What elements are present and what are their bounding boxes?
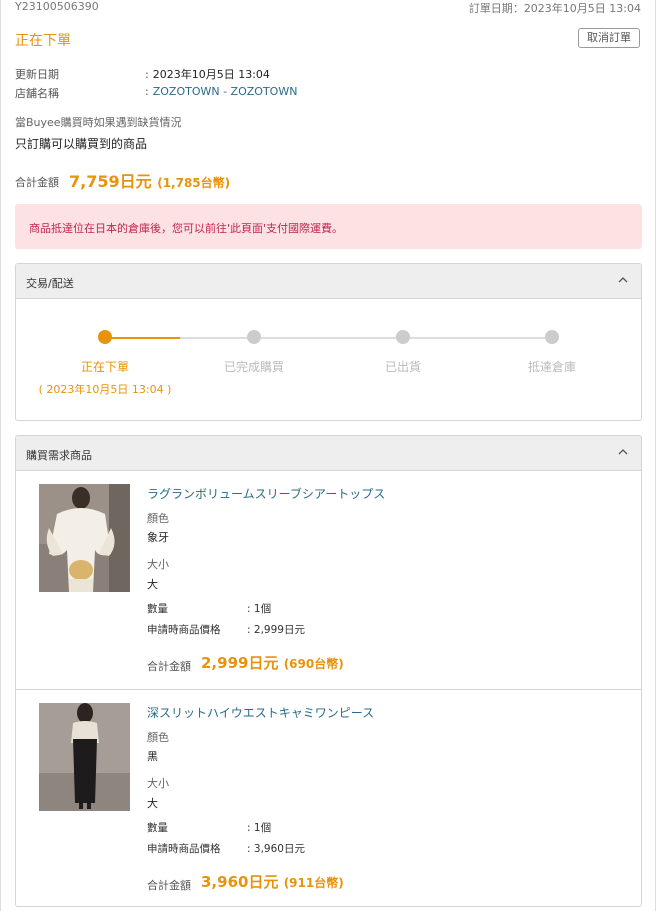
item-total-amount: 2,999日元 (690台幣): [201, 654, 344, 672]
price-value: : 2,999日元: [247, 624, 305, 636]
order-date: 訂單日期：2023年10月5日 13:04: [468, 2, 641, 15]
color-label: 顏色: [147, 731, 169, 744]
size-value: 大: [147, 578, 158, 591]
step-label-ordering: 正在下單: [80, 360, 129, 374]
step-dot-shipped: [396, 330, 410, 344]
chevron-up-icon[interactable]: [617, 274, 629, 286]
shipping-fee-alert: 商品抵達位在日本的倉庫後，您可以前往'此頁面'支付國際運費。: [15, 204, 642, 249]
order-status: 正在下單: [15, 33, 71, 49]
color-value: 黑: [147, 750, 158, 763]
step-dot-purchased: [247, 330, 261, 344]
order-id: Y23100506390: [15, 0, 99, 13]
shipping-panel: 交易/配送 正在下單 已完成購買 已出貨 抵達倉庫 ( 2023年10月5日 1…: [15, 263, 642, 421]
updated-date-value: :2023年10月5日 13:04: [145, 68, 270, 81]
step-dot-warehouse: [545, 330, 559, 344]
order-detail-page: Y23100506390 訂單日期：2023年10月5日 13:04 正在下單 …: [0, 0, 656, 911]
store-name-label: 店舖名稱: [15, 87, 59, 100]
shipping-panel-title: 交易/配送: [26, 277, 74, 290]
quantity-row: 數量 : 1個: [147, 601, 271, 616]
progress-track-done: [105, 337, 180, 339]
color-value: 象牙: [147, 531, 169, 544]
quantity-value: : 1個: [247, 603, 272, 615]
product-name-link[interactable]: 深スリットハイウエストキャミワンピース: [147, 704, 374, 721]
price-value: : 3,960日元: [247, 843, 305, 855]
items-panel-title: 購買需求商品: [26, 449, 92, 462]
item-total-label: 合計金額: [147, 879, 191, 892]
cancel-order-button[interactable]: 取消訂單: [578, 28, 640, 48]
stock-policy-label: 當Buyee購買時如果遇到缺貨情況: [15, 116, 182, 129]
quantity-label: 數量: [147, 822, 168, 834]
item-total-label: 合計金額: [147, 660, 191, 673]
product-item: ラグランボリュームスリーブシアートップス 顏色 象牙 大小 大 數量 : 1個 …: [16, 471, 641, 689]
stock-policy-value: 只訂購可以購買到的商品: [15, 137, 148, 151]
step-label-warehouse: 抵達倉庫: [527, 360, 576, 374]
step-label-purchased: 已完成購買: [223, 360, 284, 374]
price-label: 申請時商品價格: [147, 843, 221, 855]
chevron-up-icon[interactable]: [617, 446, 629, 458]
items-panel-header[interactable]: 購買需求商品: [16, 436, 641, 471]
size-label: 大小: [147, 777, 169, 790]
product-image[interactable]: [39, 703, 130, 811]
product-item: 深スリットハイウエストキャミワンピース 顏色 黑 大小 大 數量 : 1個 申請…: [16, 689, 641, 906]
step-label-shipped: 已出貨: [384, 360, 421, 374]
step-date-ordering: ( 2023年10月5日 13:04 ): [38, 383, 172, 396]
store-name-value: : ZOZOTOWN - ZOZOTOWN: [145, 85, 298, 98]
items-panel: 購買需求商品 ラグランボリュームスリーブシアートップス 顏色 象牙 大小 大 數…: [15, 435, 642, 907]
updated-date-label: 更新日期: [15, 68, 59, 81]
item-total-amount: 3,960日元 (911台幣): [201, 873, 344, 891]
progress-steps: 正在下單 已完成購買 已出貨 抵達倉庫 ( 2023年10月5日 13:04 ): [16, 299, 641, 419]
step-dot-ordering: [98, 330, 112, 344]
price-row: 申請時商品價格 : 3,960日元: [147, 841, 305, 856]
product-name-link[interactable]: ラグランボリュームスリーブシアートップス: [147, 485, 385, 502]
size-label: 大小: [147, 558, 169, 571]
shipping-panel-header[interactable]: 交易/配送: [16, 264, 641, 299]
order-header: Y23100506390 訂單日期：2023年10月5日 13:04: [15, 0, 641, 15]
order-total-amount: 7,759日元 (1,785台幣): [69, 172, 231, 191]
order-total-label: 合計金額: [15, 176, 59, 189]
quantity-value: : 1個: [247, 822, 272, 834]
product-image[interactable]: [39, 484, 130, 592]
price-label: 申請時商品價格: [147, 624, 221, 636]
size-value: 大: [147, 797, 158, 810]
color-label: 顏色: [147, 512, 169, 525]
price-row: 申請時商品價格 : 2,999日元: [147, 622, 305, 637]
quantity-row: 數量 : 1個: [147, 820, 271, 835]
quantity-label: 數量: [147, 603, 168, 615]
